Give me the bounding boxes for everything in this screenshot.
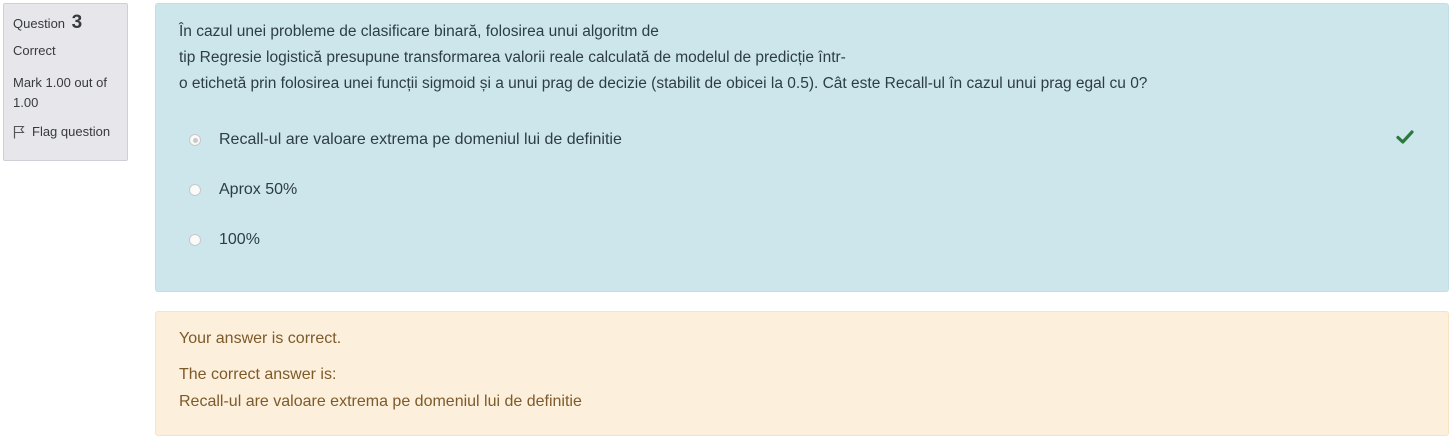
feedback-panel: Your answer is correct. The correct answ… <box>155 311 1449 436</box>
check-icon <box>1396 129 1414 145</box>
question-formulation: În cazul unei probleme de clasificare bi… <box>155 3 1449 292</box>
correct-answer-text: Recall-ul are valoare extrema pe domeniu… <box>179 393 582 410</box>
correct-answer-intro: The correct answer is: <box>179 366 337 383</box>
grade-line-2: 1.00 <box>13 95 39 110</box>
feedback-status: Your answer is correct. <box>179 330 342 347</box>
flag-icon <box>13 125 25 139</box>
answer-option-3[interactable]: 100% <box>189 228 260 252</box>
answer-label-2: Aprox 50% <box>219 181 298 198</box>
question-label: Question <box>13 16 66 31</box>
question-text-line: o etichetă prin folosirea unei funcții s… <box>179 75 1148 92</box>
flag-question-label: Flag question <box>32 124 111 139</box>
question-info-panel: Question 3 Correct Mark 1.00 out of 1.00… <box>3 3 128 161</box>
answer-radio-1[interactable] <box>189 134 201 146</box>
question-text-line: tip Regresie logistică presupune transfo… <box>179 49 846 66</box>
answer-option-2[interactable]: Aprox 50% <box>189 178 297 202</box>
question-text: În cazul unei probleme de clasificare bi… <box>179 19 1147 97</box>
question-state: Correct <box>13 43 56 58</box>
answer-label-3: 100% <box>219 231 260 248</box>
answer-label-1: Recall-ul are valoare extrema pe domeniu… <box>219 131 622 148</box>
answer-radio-2[interactable] <box>189 184 201 196</box>
answer-radio-3[interactable] <box>189 234 201 246</box>
question-text-line: În cazul unei probleme de clasificare bi… <box>179 23 659 40</box>
grade-line-1: Mark 1.00 out of <box>13 75 107 90</box>
flag-question-button[interactable]: Flag question <box>13 123 118 141</box>
question-number-line: Question 3 <box>13 12 118 36</box>
answer-option-1[interactable]: Recall-ul are valoare extrema pe domeniu… <box>189 128 1409 152</box>
question-grade: Mark 1.00 out of 1.00 <box>13 73 118 113</box>
question-number: 3 <box>71 12 83 33</box>
